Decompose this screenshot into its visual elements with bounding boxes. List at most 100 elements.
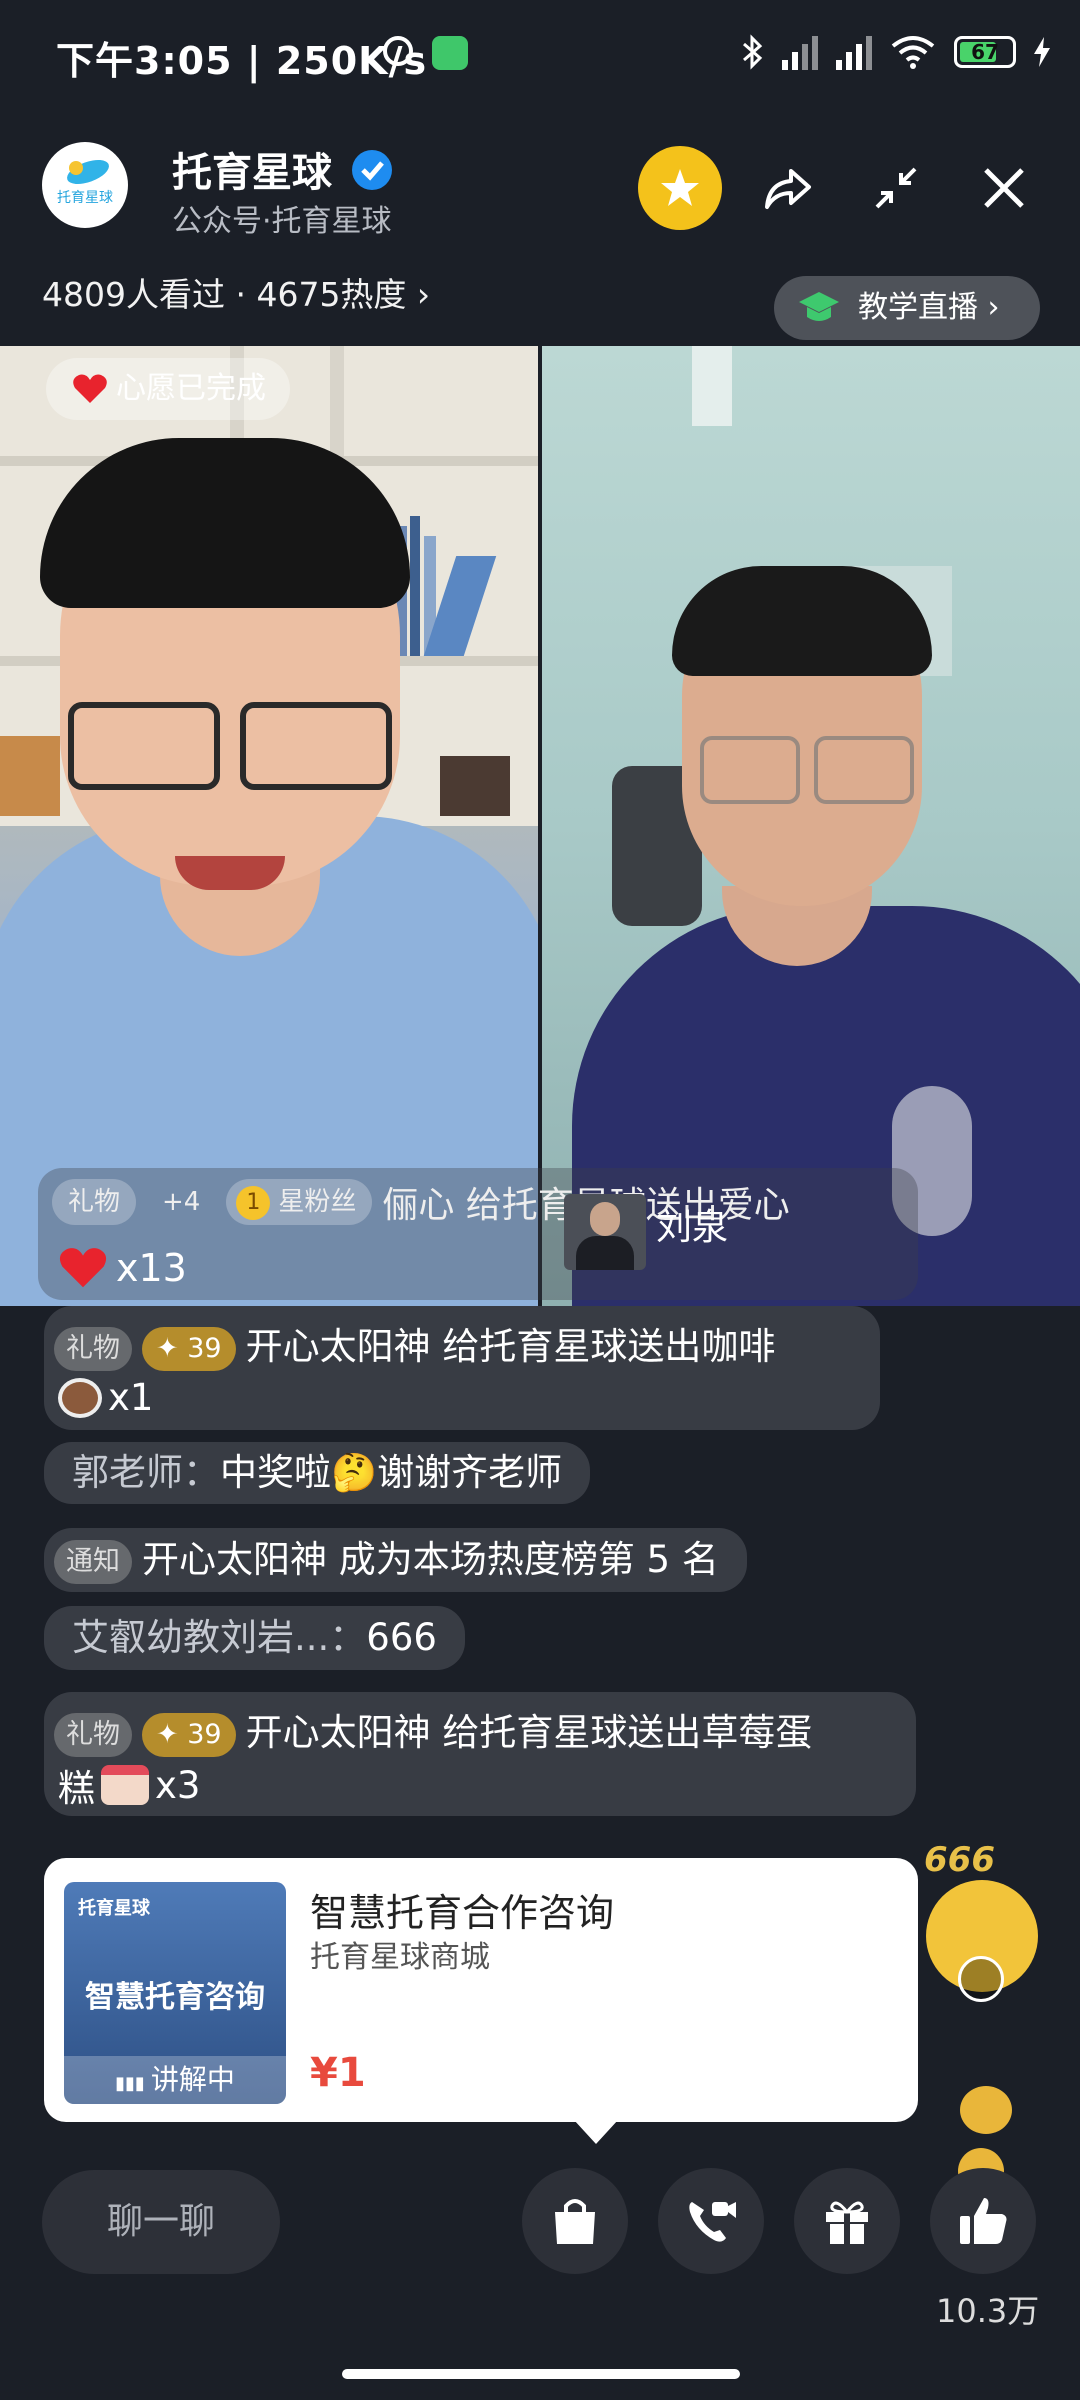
product-card[interactable]: 托育星球 智慧托育咨询 ▮▮▮ 讲解中 智慧托育合作咨询 托育星球商城 ¥1 <box>44 1858 918 2144</box>
audio-wave-icon: ▮▮▮ <box>115 2073 145 2094</box>
guest-name[interactable]: 刘泉 <box>656 1198 728 1250</box>
level-badge: ✦ 39 <box>142 1326 236 1371</box>
wechat-icon <box>432 36 468 70</box>
host-mouth <box>175 856 285 890</box>
message-tag: 通知 <box>54 1539 132 1584</box>
status-bar: 下午3:05 | 250K/s 67 <box>0 0 1080 110</box>
host-glasses <box>68 702 220 790</box>
level-badge: ✦ 39 <box>142 1712 236 1757</box>
strawberry-cake-icon <box>101 1765 149 1805</box>
close-icon <box>984 168 1024 208</box>
channel-avatar[interactable]: 托育星球 <box>42 142 128 228</box>
star-icon <box>661 169 699 206</box>
gift-icon <box>826 2201 868 2244</box>
books <box>0 736 60 816</box>
message-text: 666 <box>366 1616 437 1659</box>
like-count: 10.3万 <box>936 2292 1040 2330</box>
thumb-brand: 托育星球 <box>78 1898 150 1919</box>
shelf-box <box>440 756 510 816</box>
host-glasses <box>240 702 392 790</box>
message-user: 艾叡幼教刘岩...： <box>72 1616 367 1659</box>
viewer-stats[interactable]: 4809人看过 · 4675热度 › <box>42 268 430 316</box>
signal-icon <box>782 34 818 70</box>
category-label: 教学直播 › <box>858 290 1000 325</box>
explaining-label: 讲解中 <box>150 2063 235 2096</box>
gift-tag: 礼物 <box>52 1179 137 1225</box>
product-title[interactable]: 智慧托育合作咨询 <box>310 1882 614 1937</box>
message-tag: 礼物 <box>54 1326 132 1371</box>
message-text-continued: 糕 <box>58 1767 95 1810</box>
gift-effect-banner: 礼物 +4 1星粉丝 俪心 给托育星球送出爱心 x13 <box>38 1168 918 1300</box>
phone-video-icon <box>689 2202 736 2242</box>
ceiling-light <box>692 346 732 426</box>
product-thumbnail[interactable]: 托育星球 智慧托育咨询 ▮▮▮ 讲解中 <box>64 1882 286 2104</box>
explaining-badge: ▮▮▮ 讲解中 <box>64 2056 286 2104</box>
svg-text:托育星球: 托育星球 <box>57 190 113 206</box>
chat-message: 艾叡幼教刘岩...：666 <box>44 1606 465 1670</box>
shopping-bag-icon <box>555 2199 595 2244</box>
thumb-title: 智慧托育咨询 <box>85 1980 265 2015</box>
live-video-area[interactable]: 心愿已完成 礼物 +4 1星粉丝 俪心 给托育星球送出爱心 x13 <box>0 346 1080 1306</box>
wish-complete-pill[interactable]: 心愿已完成 <box>46 358 290 420</box>
minimize-icon <box>875 167 917 209</box>
guest-avatar-body <box>576 1236 634 1270</box>
home-indicator[interactable] <box>342 2369 740 2379</box>
channel-name[interactable]: 托育星球 <box>172 140 332 198</box>
message-text: 中奖啦🤔谢谢齐老师 <box>220 1451 563 1494</box>
wish-label: 心愿已完成 <box>116 371 266 406</box>
gift-count: x3 <box>155 1763 201 1807</box>
like-button[interactable] <box>930 2168 1036 2274</box>
guest-avatar[interactable] <box>564 1194 646 1270</box>
video-call-button[interactable] <box>658 2168 764 2274</box>
guest-video[interactable] <box>542 346 1080 1306</box>
chat-list[interactable]: 礼物 ✦ 39 开心太阳神 给托育星球送出咖啡 x1 郭老师：中奖啦🤔谢谢齐老师 通… <box>0 1300 1080 1820</box>
fan-level: 1 <box>236 1185 271 1220</box>
emoji-666-animation: 666 <box>920 1840 1050 2002</box>
small-emoji-icon <box>960 2086 1012 2134</box>
chat-input-button[interactable]: 聊一聊 <box>42 2170 280 2274</box>
graduation-cap-icon <box>799 292 839 321</box>
heart-gift-icon <box>59 1248 107 1288</box>
share-button[interactable] <box>746 146 830 230</box>
thumbs-up-icon <box>960 2198 1007 2244</box>
alarm-icon <box>383 36 413 66</box>
product-price: ¥1 <box>310 2050 366 2096</box>
chat-message: 礼物 ✦ 39 开心太阳神 给托育星球送出咖啡 x1 <box>44 1306 880 1430</box>
charging-icon <box>1034 37 1050 67</box>
emoji-666-text: 666 <box>924 1840 995 1880</box>
channel-logo: 托育星球 <box>57 159 113 206</box>
battery-level: 67 <box>971 40 999 64</box>
fan-label: 星粉丝 <box>278 1187 357 1217</box>
wifi-icon <box>891 36 935 69</box>
star-wish-button[interactable] <box>638 146 722 230</box>
gift-count: x13 <box>116 1246 187 1290</box>
guest-glasses <box>700 736 800 804</box>
chat-message: 郭老师：中奖啦🤔谢谢齐老师 <box>44 1442 591 1504</box>
guest-hair <box>672 566 932 676</box>
gift-count: x1 <box>108 1376 154 1419</box>
gift-plus: +4 <box>162 1187 201 1217</box>
category-chip[interactable]: 教学直播 › <box>774 276 1040 340</box>
coffee-icon <box>58 1377 102 1418</box>
signal-icon-2 <box>836 34 872 70</box>
message-tag: 礼物 <box>54 1712 132 1757</box>
status-icons: 67 <box>740 30 1050 74</box>
close-emoji-icon[interactable] <box>958 1956 1004 2002</box>
share-icon <box>765 169 811 209</box>
guest-avatar-face <box>590 1202 620 1236</box>
host-video[interactable]: 心愿已完成 <box>0 346 538 1306</box>
guest-glasses <box>814 736 914 804</box>
minimize-button[interactable] <box>854 146 938 230</box>
shopping-bag-button[interactable] <box>522 2168 628 2274</box>
battery-icon: 67 <box>954 36 1016 68</box>
close-button[interactable] <box>962 146 1046 230</box>
message-user: 郭老师： <box>72 1451 220 1494</box>
channel-subtitle: 公众号·托育星球 <box>172 204 392 239</box>
status-time: 下午3:05 | 250K/s <box>56 39 428 83</box>
chat-message: 礼物 ✦ 39 开心太阳神 给托育星球送出草莓蛋 糕 x3 <box>44 1692 916 1816</box>
heart-icon <box>73 374 107 403</box>
message-text: 开心太阳神 成为本场热度榜第 5 名 <box>142 1538 719 1581</box>
fan-badge: 1 星粉丝 <box>226 1179 373 1225</box>
verified-badge-icon <box>352 150 392 190</box>
gift-button[interactable] <box>794 2168 900 2274</box>
